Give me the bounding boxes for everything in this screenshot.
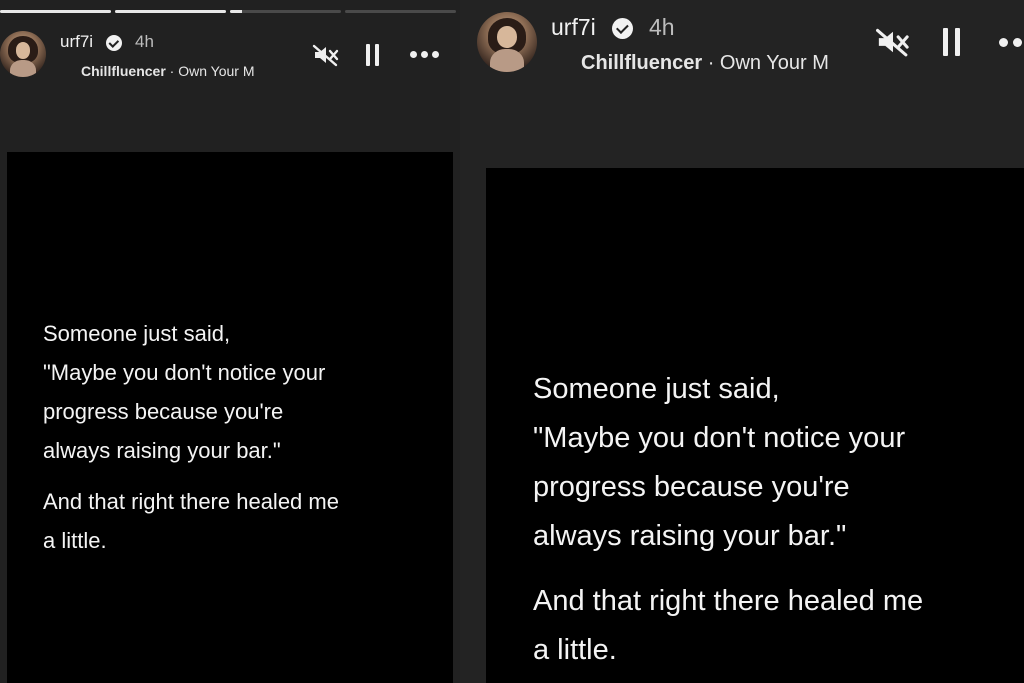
avatar[interactable] [477,12,537,72]
timestamp: 4h [649,14,675,40]
text-line: progress because you're [43,399,284,424]
speaker-muted-icon[interactable] [312,43,340,67]
pause-icon[interactable] [943,28,961,56]
text-line: "Maybe you don't notice your [43,360,326,385]
story-progress-bar [0,10,456,13]
audio-artist: Chillfluencer [581,52,703,74]
story-viewer-right: urf7i 4h Chillfluencer · Own Your M Some… [460,0,1024,683]
progress-segment [345,10,456,13]
avatar[interactable] [0,31,46,77]
story-content-card[interactable]: Someone just said, "Maybe you don't noti… [486,168,1024,683]
text-line: And that right there healed me [533,585,924,617]
text-line: progress because you're [533,471,850,503]
text-line: always raising your bar." [533,520,847,552]
text-line: And that right there healed me [43,489,339,514]
progress-segment-current [230,10,341,13]
text-line: "Maybe you don't notice your [533,422,906,454]
text-line: a little. [43,528,107,553]
verified-badge-icon [106,35,122,51]
text-line: Someone just said, [43,321,231,346]
story-comparison-screen: urf7i 4h Chillfluencer · Own Your M Some… [0,0,1024,683]
progress-segment [115,10,226,13]
text-line: a little. [533,634,617,666]
verified-badge-icon [612,18,633,39]
text-line: Someone just said, [533,373,780,405]
story-text: Someone just said, "Maybe you don't noti… [43,314,443,560]
story-text: Someone just said, "Maybe you don't noti… [533,365,1013,675]
more-options-icon[interactable] [999,38,1024,48]
more-options-icon[interactable] [410,51,442,59]
pause-icon[interactable] [366,44,380,66]
text-line: always raising your bar." [43,438,281,463]
audio-subtitle[interactable]: Chillfluencer · Own Your M [581,52,851,75]
progress-segment [0,10,111,13]
speaker-muted-icon[interactable] [875,26,911,58]
audio-title: · Own Your M [165,63,255,79]
audio-artist: Chillfluencer [81,63,166,79]
audio-subtitle[interactable]: Chillfluencer · Own Your M [81,63,293,79]
story-viewer-left: urf7i 4h Chillfluencer · Own Your M Some… [0,0,460,683]
timestamp: 4h [135,32,154,51]
audio-title: · Own Your M [702,52,829,74]
username[interactable]: urf7i [551,14,596,41]
story-content-card[interactable]: Someone just said, "Maybe you don't noti… [7,152,453,683]
username[interactable]: urf7i [60,32,93,52]
